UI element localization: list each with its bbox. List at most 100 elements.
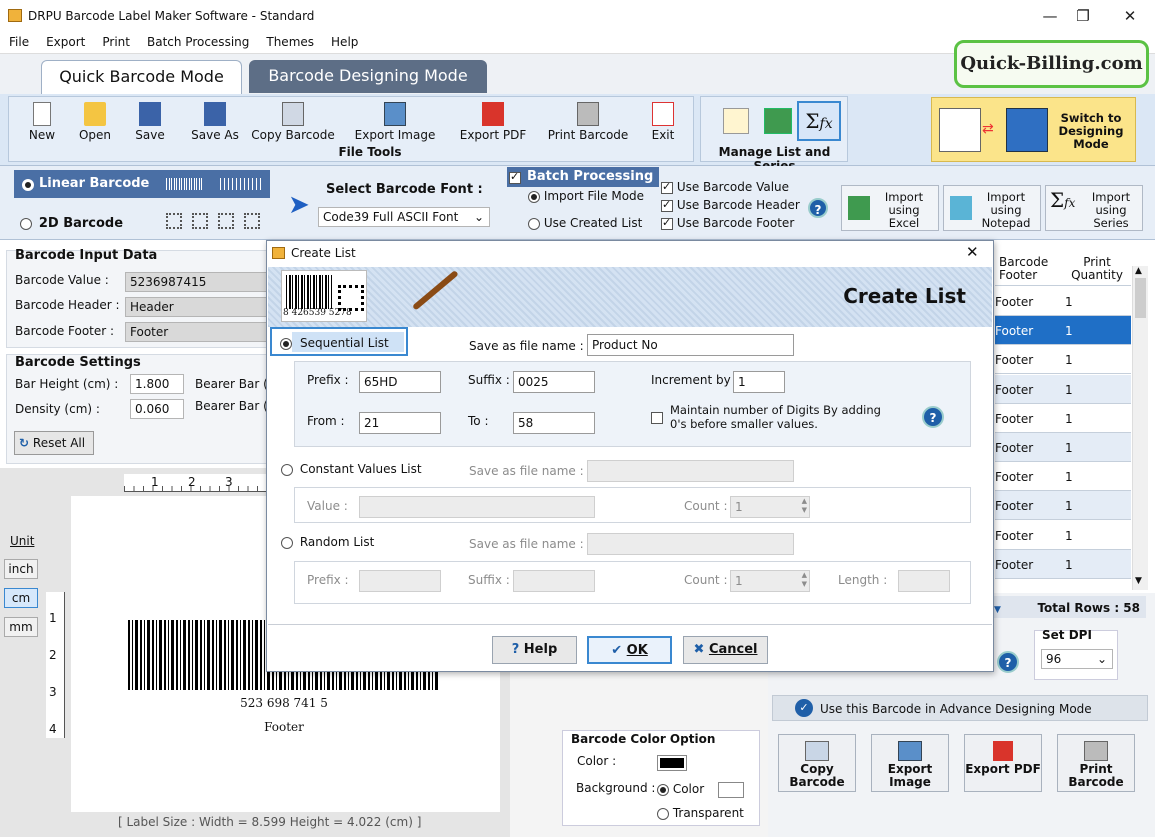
seq-suffix-input[interactable]: 0025: [513, 371, 595, 393]
export-pdf-button[interactable]: Export PDF: [458, 102, 528, 142]
const-save-input[interactable]: [587, 460, 794, 482]
random-prefix-input[interactable]: [359, 570, 441, 592]
twod-barcode-option[interactable]: 2D Barcode: [20, 216, 123, 231]
bar-height-input[interactable]: 1.800: [130, 374, 184, 394]
export-image-button[interactable]: Export Image: [352, 102, 438, 142]
background-color-option[interactable]: Color: [657, 782, 704, 796]
import-notepad-button[interactable]: Import using Notepad: [943, 185, 1041, 231]
copy-barcode-button[interactable]: Copy Barcode: [250, 102, 336, 142]
series-icon[interactable]: Σfx: [797, 101, 841, 141]
table-row[interactable]: Footer 1: [995, 491, 1131, 521]
use-barcode-footer-check[interactable]: Use Barcode Footer: [661, 216, 794, 230]
dpi-select[interactable]: 96 ⌄: [1041, 649, 1113, 669]
seq-from-input[interactable]: 21: [359, 412, 441, 434]
menu-print[interactable]: Print: [93, 32, 138, 49]
menu-file[interactable]: File: [0, 32, 37, 49]
copy-barcode-action[interactable]: Copy Barcode: [778, 734, 856, 792]
const-count-stepper[interactable]: 1 ▲ ▼: [730, 496, 810, 518]
save-as-button[interactable]: Save As: [188, 102, 242, 142]
menu-themes[interactable]: Themes: [257, 32, 322, 49]
scroll-down-icon[interactable]: ▼: [1135, 576, 1142, 586]
sequential-list-option[interactable]: Sequential List: [270, 327, 408, 356]
table-row[interactable]: Footer 1: [995, 316, 1131, 346]
ok-button[interactable]: ✔ OK: [587, 636, 672, 664]
grid-scrollbar[interactable]: ▲ ▼: [1132, 266, 1148, 590]
font-select[interactable]: Code39 Full ASCII Font ⌄: [318, 207, 490, 227]
excel-list-icon[interactable]: [764, 108, 792, 134]
linear-barcode-option[interactable]: Linear Barcode: [14, 170, 270, 198]
table-row[interactable]: Footer 1: [995, 521, 1131, 550]
unit-mm-button[interactable]: mm: [4, 617, 38, 637]
seq-to-input[interactable]: 58: [513, 412, 595, 434]
random-save-input[interactable]: [587, 533, 794, 555]
menu-batch[interactable]: Batch Processing: [138, 32, 257, 49]
batch-help-icon[interactable]: ?: [808, 198, 828, 218]
edit-list-icon[interactable]: [723, 108, 749, 134]
dialog-heading: Create List: [843, 284, 966, 308]
table-row[interactable]: Footer 1: [995, 287, 1131, 316]
table-row[interactable]: Footer 1: [995, 549, 1131, 579]
seq-help-icon[interactable]: ?: [922, 406, 944, 428]
scroll-thumb[interactable]: [1135, 278, 1146, 318]
barcode-value-input[interactable]: 5236987415: [125, 272, 268, 292]
seq-save-input[interactable]: Product No: [587, 334, 794, 356]
cancel-button[interactable]: ✖ Cancel: [683, 636, 768, 664]
open-button[interactable]: Open: [75, 102, 115, 142]
seq-increment-input[interactable]: 1: [733, 371, 785, 393]
grid-dropdown-icon[interactable]: ▼: [994, 605, 1001, 615]
random-list-option[interactable]: Random List: [281, 535, 374, 549]
unit-inch-button[interactable]: inch: [4, 559, 38, 579]
batch-checkbox[interactable]: [509, 170, 521, 184]
const-value-input[interactable]: [359, 496, 595, 518]
tab-quick-barcode[interactable]: Quick Barcode Mode: [41, 60, 242, 94]
import-file-mode-option[interactable]: Import File Mode: [528, 189, 644, 203]
export-pdf-action[interactable]: Export PDF: [964, 734, 1042, 792]
twod-radio[interactable]: [20, 217, 32, 230]
dialog-close-button[interactable]: ✕: [966, 243, 979, 261]
print-barcode-action[interactable]: Print Barcode: [1057, 734, 1135, 792]
import-excel-button[interactable]: Import using Excel: [841, 185, 939, 231]
save-button[interactable]: Save: [130, 102, 170, 142]
sequential-radio[interactable]: [280, 337, 292, 350]
tab-designing-mode[interactable]: Barcode Designing Mode: [249, 60, 487, 93]
unit-cm-button[interactable]: cm: [4, 588, 38, 608]
barcode-footer-input[interactable]: Footer: [125, 322, 268, 342]
use-created-list-option[interactable]: Use Created List: [528, 216, 642, 230]
random-suffix-input[interactable]: [513, 570, 595, 592]
menu-help[interactable]: Help: [322, 32, 366, 49]
maintain-digits-checkbox[interactable]: [651, 411, 663, 424]
use-barcode-header-check[interactable]: Use Barcode Header: [661, 198, 800, 212]
menu-export[interactable]: Export: [37, 32, 93, 49]
export-image-action[interactable]: Export Image: [871, 734, 949, 792]
close-button[interactable]: ✕: [1110, 4, 1150, 28]
table-row[interactable]: Footer 1: [995, 404, 1131, 433]
reset-all-button[interactable]: ↻ Reset All: [14, 431, 94, 455]
random-length-input[interactable]: [898, 570, 950, 592]
background-transparent-option[interactable]: Transparent: [657, 806, 744, 820]
seq-prefix-input[interactable]: 65HD: [359, 371, 441, 393]
switch-to-designing-button[interactable]: ⇄ Switch to Designing Mode: [931, 97, 1136, 162]
exit-button[interactable]: Exit: [645, 102, 681, 142]
linear-radio[interactable]: [22, 178, 34, 191]
table-row[interactable]: Footer 1: [995, 433, 1131, 462]
dpi-help-icon[interactable]: ?: [997, 651, 1019, 673]
barcode-header-input[interactable]: Header: [125, 297, 268, 317]
use-barcode-value-check[interactable]: Use Barcode Value: [661, 180, 789, 194]
constant-list-option[interactable]: Constant Values List: [281, 462, 422, 476]
import-series-button[interactable]: Σfx Import using Series: [1045, 185, 1143, 231]
help-button[interactable]: ? Help: [492, 636, 577, 664]
table-row[interactable]: Footer 1: [995, 345, 1131, 375]
background-color-swatch[interactable]: [718, 782, 744, 798]
new-button[interactable]: New: [22, 102, 62, 142]
random-count-stepper[interactable]: 1 ▲ ▼: [730, 570, 810, 592]
image-icon: [384, 102, 406, 126]
maximize-button[interactable]: ❐: [1063, 4, 1103, 28]
table-row[interactable]: Footer 1: [995, 374, 1131, 404]
table-row[interactable]: Footer 1: [995, 462, 1131, 492]
scroll-up-icon[interactable]: ▲: [1135, 266, 1142, 276]
print-barcode-button[interactable]: Print Barcode: [546, 102, 630, 142]
batch-processing-toggle[interactable]: Batch Processing: [507, 167, 659, 187]
density-input[interactable]: 0.060: [130, 399, 184, 419]
barcode-color-swatch[interactable]: [657, 755, 687, 771]
advance-mode-bar[interactable]: ✓ Use this Barcode in Advance Designing …: [772, 695, 1148, 721]
